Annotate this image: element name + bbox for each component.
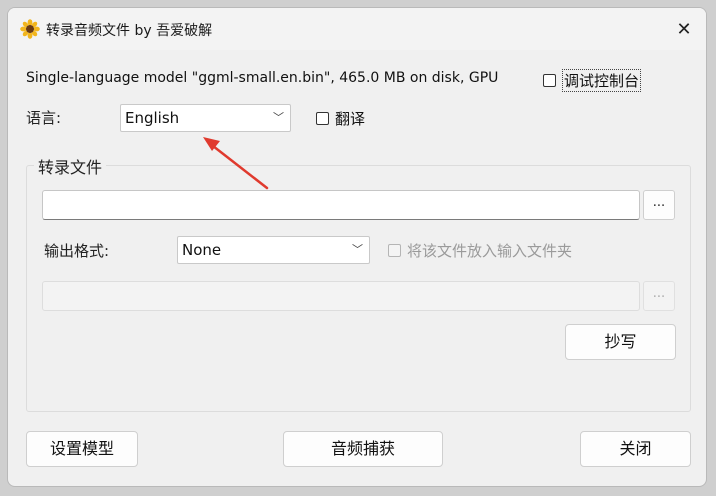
translate-label: 翻译 — [335, 110, 366, 128]
sunflower-icon — [20, 19, 40, 39]
transcribe-dialog: 转录音频文件 by 吾爱破解 ✕ Single-language model "… — [7, 7, 707, 487]
model-info-text: Single-language model "ggml-small.en.bin… — [26, 70, 499, 86]
output-format-selected: None — [182, 241, 222, 259]
close-button[interactable]: 关闭 — [580, 431, 691, 467]
checkbox-box[interactable] — [316, 112, 329, 125]
browse-input-button[interactable]: ... — [643, 190, 675, 220]
debug-console-checkbox[interactable]: 调试控制台 — [543, 69, 642, 92]
language-selected: English — [125, 109, 180, 127]
setup-model-button[interactable]: 设置模型 — [26, 431, 138, 467]
transcribe-button[interactable]: 抄写 — [565, 324, 676, 360]
input-file-field[interactable] — [42, 190, 640, 220]
transcribe-file-group-title: 转录文件 — [34, 154, 107, 178]
output-format-select[interactable]: None ﹀ — [177, 236, 370, 264]
output-file-field[interactable] — [42, 281, 640, 311]
window-close-button[interactable]: ✕ — [662, 8, 706, 50]
translate-checkbox[interactable]: 翻译 — [316, 108, 365, 129]
close-icon: ✕ — [676, 18, 692, 40]
language-label: 语言: — [26, 109, 62, 127]
same-folder-label: 将该文件放入输入文件夹 — [407, 242, 573, 260]
window-title: 转录音频文件 by 吾爱破解 — [46, 23, 213, 39]
audio-capture-button[interactable]: 音频捕获 — [283, 431, 443, 467]
chevron-down-icon: ﹀ — [273, 111, 284, 124]
chevron-down-icon: ﹀ — [352, 243, 363, 256]
output-format-label: 输出格式: — [44, 242, 110, 260]
debug-console-label: 调试控制台 — [562, 69, 642, 92]
language-select[interactable]: English ﹀ — [120, 104, 291, 132]
checkbox-box[interactable] — [543, 74, 556, 87]
title-bar: 转录音频文件 by 吾爱破解 ✕ — [8, 8, 706, 50]
checkbox-box[interactable] — [388, 244, 401, 257]
browse-output-button[interactable]: ... — [643, 281, 675, 311]
same-folder-checkbox[interactable]: 将该文件放入输入文件夹 — [388, 240, 572, 261]
